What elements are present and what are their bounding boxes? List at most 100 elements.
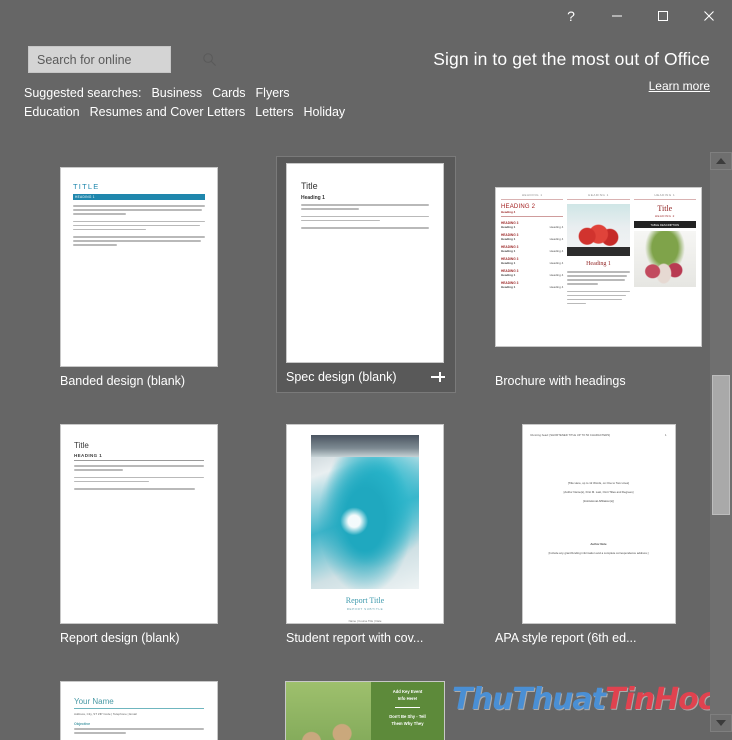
brochure-item-sub: Heading 1 [501,273,516,277]
suggested-searches-label: Suggested searches: [24,86,142,100]
close-icon [704,11,714,21]
vertical-scrollbar[interactable] [710,152,732,732]
close-button[interactable] [686,0,732,32]
flyer-preview: Add Key Event Info Here! Don't Be Shy - … [286,682,444,740]
search-button[interactable] [202,47,217,72]
template-thumbnail: Title HEADING 1 [60,425,218,623]
glacier-sky [311,435,419,457]
template-grid-viewport: TITLE HEADING 1 Banded design (blank) Ti… [0,148,712,740]
brochure-item-sub: Heading 1 [501,225,516,229]
brochure-item-right: Heading 4 [549,237,564,241]
template-name: Report design (blank) [60,631,180,645]
suggested-link-cards[interactable]: Cards [212,86,245,100]
preview-title: Your Name [74,697,114,706]
flyer-line-3: Don't Be Shy - Tell [389,714,426,719]
flyer-green-panel: Add Key Event Info Here! Don't Be Shy - … [371,682,444,740]
flyer-line-4: Them Why They [391,721,424,726]
suggested-searches: Suggested searches: Business Cards Flyers Ed… [24,84,404,122]
template-thumbnail: HEADING 1 HEADING 2 Heading 4 HEADING 3H… [495,168,702,366]
suggested-link-holiday[interactable]: Holiday [303,105,345,119]
scrollbar-track[interactable] [710,170,732,714]
preview-section: Objective [74,722,91,726]
template-name: APA style report (6th ed... [495,631,637,645]
apa-affiliation-line: [Institutional Affiliation(s)] [583,499,614,503]
help-button[interactable]: ? [548,0,594,32]
template-tile-apa-style-report[interactable]: Running head: [SHORTENED TITLE UP TO 50 … [485,417,700,653]
scrollbar-thumb[interactable] [712,375,730,515]
chevron-down-icon [716,720,726,726]
template-name: Banded design (blank) [60,374,186,388]
template-name: Spec design (blank) [286,370,397,384]
brochure-item-right: Heading 4 [549,285,564,289]
template-tile-banded-design[interactable]: TITLE HEADING 1 Banded design (blank) [50,160,230,396]
resume-preview: Your Name Address, City, ST ZIP Code | T… [61,682,217,740]
template-thumbnail: Report Title REPORT SUBTITLE Name | Cour… [286,425,444,623]
preview-meta: Name | Course Title | Date [348,619,382,623]
suggested-link-resumes[interactable]: Resumes and Cover Letters [90,105,246,119]
brochure-item-right: Heading 4 [549,261,564,265]
minimize-button[interactable] [594,0,640,32]
template-tile-report-design[interactable]: Title HEADING 1 Report design (blank) [50,417,230,653]
brochure-item-sub: Heading 1 [501,285,516,289]
preview-subtitle: REPORT SUBTITLE [346,607,384,611]
suggested-link-education[interactable]: Education [24,105,80,119]
apa-running-head: Running head: [SHORTENED TITLE UP TO 50 … [530,433,610,437]
template-name: Brochure with headings [495,374,626,388]
template-tile-student-report[interactable]: Report Title REPORT SUBTITLE Name | Cour… [276,417,456,653]
template-tile-resume[interactable]: Your Name Address, City, ST ZIP Code | T… [50,674,230,740]
ice-cream-photo [286,682,372,740]
brochure-item-right: Heading 4 [549,249,564,253]
maximize-button[interactable] [640,0,686,32]
suggested-link-letters[interactable]: Letters [255,105,293,119]
brochure-item-right: Heading 4 [549,273,564,277]
brochure-item-sub: Heading 1 [501,249,516,253]
template-label-row: Spec design (blank) [286,362,446,392]
sign-in-title: Sign in to get the most out of Office [433,49,710,69]
brochure-table-description: TABLE DESCRIPTION [633,221,696,228]
maximize-icon [658,11,668,21]
brochure-panel-subtitle: HEADING 2 [654,214,675,218]
apa-note-title: Author Note [590,542,607,546]
scroll-down-button[interactable] [710,714,732,732]
suggested-link-flyers[interactable]: Flyers [256,86,290,100]
apa-page-number: 1 [664,433,667,437]
apa-report-preview: Running head: [SHORTENED TITLE UP TO 50 … [522,425,675,623]
pin-icon[interactable] [430,370,446,384]
template-label-row: Brochure with headings [495,366,702,396]
search-box[interactable] [28,46,216,73]
apa-author-line: [Author Name(s), First M. Last, Omit Tit… [563,490,634,494]
minimize-icon [612,15,622,17]
apa-note-body: [Include any grant/funding information a… [548,551,649,555]
suggested-link-business[interactable]: Business [151,86,202,100]
template-tile-brochure-with-headings[interactable]: HEADING 1 HEADING 2 Heading 4 HEADING 3H… [485,160,702,396]
brochure-panel-left: HEADING 1 HEADING 2 Heading 4 HEADING 3H… [501,193,564,341]
template-label-row: Banded design (blank) [60,366,220,396]
search-icon [203,53,216,66]
preview-heading: Heading 1 [301,195,325,201]
template-tile-event-flyer[interactable]: Add Key Event Info Here! Don't Be Shy - … [276,674,456,740]
student-report-preview: Report Title REPORT SUBTITLE Name | Cour… [287,425,443,623]
preview-title: Report Title [345,596,385,605]
search-input[interactable] [29,47,202,72]
brochure-apples-image [567,204,630,256]
scroll-up-button[interactable] [710,152,732,170]
banded-design-preview: TITLE HEADING 1 [61,168,217,366]
preview-contact: Address, City, ST ZIP Code | Telephone |… [74,712,137,716]
flyer-line-2: Info Here! [397,696,418,701]
template-thumbnail: Add Key Event Info Here! Don't Be Shy - … [286,682,444,740]
template-tile-spec-design[interactable]: Title Heading 1 Spec design (blank) [276,156,456,393]
brochure-col-head: HEADING 1 [501,193,564,200]
brochure-panel-title: Title [657,204,673,213]
brochure-item-sub: Heading 1 [501,237,516,241]
office-new-document-screen: ? Suggested sear [0,0,732,740]
spec-design-preview: Title Heading 1 [287,164,443,362]
watermark-part-2: TinHoc [604,682,716,717]
preview-title: Title [74,441,89,450]
learn-more-link[interactable]: Learn more [649,79,710,93]
template-thumbnail: Running head: [SHORTENED TITLE UP TO 50 … [495,425,702,623]
flyer-layout: Add Key Event Info Here! Don't Be Shy - … [286,682,444,740]
brochure-h1-sub: Heading 4 [501,210,516,214]
watermark-part-1: ThuThuat [452,682,606,717]
preview-band-label: HEADING 1 [75,195,95,199]
brochure-item-sub: Heading 1 [501,261,516,265]
